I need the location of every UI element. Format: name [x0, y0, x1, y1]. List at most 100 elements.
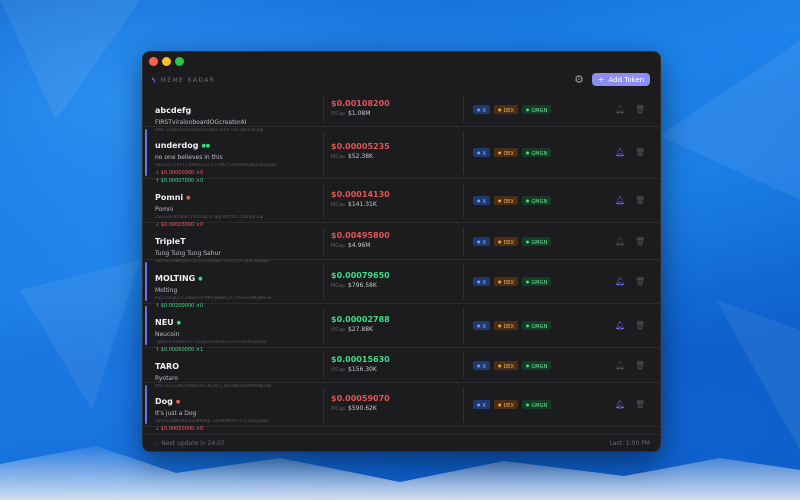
close-window-button[interactable] — [149, 57, 158, 66]
gmgn-link-badge[interactable]: ● GMGN — [521, 105, 552, 114]
token-info: underdog ●● no one believes in this 9badus2… — [155, 133, 319, 184]
trash-icon[interactable]: 🗑︎ — [635, 321, 645, 331]
token-price: $0.00495800 — [331, 231, 390, 240]
dex-link-badge[interactable]: ● DEX — [493, 148, 518, 157]
status-dots: ● — [198, 276, 203, 282]
token-name: Neucoin — [155, 331, 180, 338]
add-token-button[interactable]: + Add Token — [592, 73, 650, 86]
dex-link-badge[interactable]: ● DEX — [493, 321, 518, 330]
token-price: $0.00079650 — [331, 271, 390, 280]
status-footer: ◌ Next update in 24:07 Last: 1:00 PM — [143, 434, 660, 451]
x-link-badge[interactable]: ● X — [473, 237, 490, 246]
token-address[interactable]: 5Dxbu2bWd1K9ZDJbMQDgF1vkHbMWf8r41j5h2Gpu… — [155, 419, 319, 424]
gear-icon: ⚙ — [574, 73, 584, 86]
token-price: $0.00014130 — [331, 190, 390, 199]
price-info: $0.00495800 MCap $4.96M — [331, 231, 451, 249]
dex-link-badge[interactable]: ● DEX — [493, 361, 518, 370]
price-info: $0.00108200 MCap $1.08M — [331, 99, 451, 117]
gmgn-link-badge[interactable]: ● GMGN — [521, 237, 552, 246]
market-cap-value: $1.08M — [348, 110, 371, 117]
trash-icon[interactable]: 🗑︎ — [635, 148, 645, 158]
token-address[interactable]: 7qmhcb7ufbVuhrl1xg6xGnHe4ki1a7z5bnXS2pum… — [155, 340, 319, 345]
trash-icon[interactable]: 🗑︎ — [635, 196, 645, 206]
dex-link-badge[interactable]: ● DEX — [493, 237, 518, 246]
token-name: It's just a Dog — [155, 410, 197, 417]
trash-icon[interactable]: 🗑︎ — [635, 277, 645, 287]
token-row[interactable]: underdog ●● no one believes in this 9badus2… — [143, 127, 660, 184]
gmgn-link-badge[interactable]: ● GMGN — [521, 277, 552, 286]
bell-icon[interactable]: 🔔︎ — [615, 105, 625, 115]
mcap-label: MCap — [331, 243, 346, 249]
app-header: ϟ MEME RADAR ⚙ + Add Token — [143, 72, 660, 92]
token-row[interactable]: NEU ● Neucoin 7qmhcb7ufbVuhrl1xg6xGnHe4ki1a… — [143, 304, 660, 353]
token-row[interactable]: TripleT Tung Tung Tung Sahur 3WF6VEVBWob0z… — [143, 223, 660, 264]
price-info: $0.00005235 MCap $52.38K — [331, 142, 451, 160]
token-name: Molting — [155, 287, 178, 294]
column-divider — [463, 264, 464, 299]
x-link-badge[interactable]: ● X — [473, 196, 490, 205]
gmgn-link-badge[interactable]: ● GMGN — [521, 400, 552, 409]
token-row[interactable]: Dog ● It's just a Dog 5Dxbu2bWd1K9ZDJbMQDgF… — [143, 383, 660, 432]
next-update-text: Next update in 24:07 — [161, 440, 225, 447]
column-divider — [323, 352, 324, 378]
x-link-badge[interactable]: ● X — [473, 105, 490, 114]
gmgn-link-badge[interactable]: ● GMGN — [521, 361, 552, 370]
dex-link-badge[interactable]: ● DEX — [493, 400, 518, 409]
refresh-icon: ◌ — [153, 440, 159, 447]
x-link-badge[interactable]: ● X — [473, 400, 490, 409]
settings-button[interactable]: ⚙ — [573, 74, 585, 86]
token-row[interactable]: abcdefg FIRSTviralonboardOGcreatorAI 8XKFv… — [143, 92, 660, 133]
token-symbol: Dog — [155, 397, 173, 406]
token-price: $0.00108200 — [331, 99, 390, 108]
bell-icon[interactable]: 🔔︎ — [615, 321, 625, 331]
column-divider — [463, 352, 464, 378]
status-dots: ● — [176, 320, 182, 326]
mcap-label: MCap — [331, 406, 346, 412]
token-name: Pomni — [155, 206, 174, 213]
bell-icon[interactable]: 🔔︎ — [615, 277, 625, 287]
x-link-badge[interactable]: ● X — [473, 361, 490, 370]
price-info: $0.00079650 MCap $796.58K — [331, 271, 451, 289]
trash-icon[interactable]: 🗑︎ — [635, 105, 645, 115]
dex-link-badge[interactable]: ● DEX — [493, 277, 518, 286]
dex-link-badge[interactable]: ● DEX — [493, 105, 518, 114]
gmgn-link-badge[interactable]: ● GMGN — [521, 148, 552, 157]
token-row[interactable]: TARO Ryotaro 8MF1zsx2uMJekMeno8c3b1hFj38Ye… — [143, 348, 660, 389]
bell-icon[interactable]: 🔔︎ — [615, 400, 625, 410]
link-badges: ● X ● DEX ● GMGN — [473, 277, 552, 286]
gmgn-link-badge[interactable]: ● GMGN — [521, 321, 552, 330]
mcap-label: MCap — [331, 367, 346, 373]
token-address[interactable]: 8SEsnXq4yzs3Hbnz1RYMhnQ8WejZC7Yb3waJMHgM… — [155, 296, 319, 301]
minimize-window-button[interactable] — [162, 57, 171, 66]
gmgn-link-badge[interactable]: ● GMGN — [521, 196, 552, 205]
bell-icon[interactable]: 🔔︎ — [615, 148, 625, 158]
app-window: ϟ MEME RADAR ⚙ + Add Token abcdefg FIRSTvir… — [142, 51, 661, 452]
token-price: $0.00059070 — [331, 394, 390, 403]
market-cap-value: $796.58K — [348, 282, 377, 289]
x-link-badge[interactable]: ● X — [473, 148, 490, 157]
x-link-badge[interactable]: ● X — [473, 277, 490, 286]
token-row[interactable]: MOLTING ● Molting 8SEsnXq4yzs3Hbnz1RYMhnQ8W… — [143, 260, 660, 309]
token-name: Tung Tung Tung Sahur — [155, 250, 221, 257]
link-badges: ● X ● DEX ● GMGN — [473, 196, 552, 205]
bell-icon[interactable]: 🔔︎ — [615, 361, 625, 371]
token-name: no one believes in this — [155, 154, 223, 161]
token-address[interactable]: 9badus2fnsfTJPD6suJS7CFCNGfSxA1bbaGNqzZR… — [155, 163, 319, 168]
trash-icon[interactable]: 🗑︎ — [635, 237, 645, 247]
token-info: TripleT Tung Tung Tung Sahur 3WF6VEVBWob0z… — [155, 229, 319, 264]
token-address[interactable]: 2SEeuUsXfbpdrjMioagtvFWgcWkfMXlzz8nkpump — [155, 215, 319, 220]
x-link-badge[interactable]: ● X — [473, 321, 490, 330]
token-row[interactable]: Pomni ● Pomni 2SEeuUsXfbpdrjMioagtvFWgcWkfM… — [143, 179, 660, 228]
trash-icon[interactable]: 🗑︎ — [635, 400, 645, 410]
dex-link-badge[interactable]: ● DEX — [493, 196, 518, 205]
zoom-window-button[interactable] — [175, 57, 184, 66]
title-bar — [143, 52, 660, 72]
plus-icon: + — [597, 75, 605, 84]
app-logo: ϟ MEME RADAR — [151, 76, 215, 85]
market-cap-value: $4.96M — [348, 242, 371, 249]
token-info: NEU ● Neucoin 7qmhcb7ufbVuhrl1xg6xGnHe4ki1a… — [155, 310, 319, 353]
bell-icon[interactable]: 🔔︎ — [615, 196, 625, 206]
token-name: FIRSTviralonboardOGcreatorAI — [155, 119, 247, 126]
bell-icon[interactable]: 🔔︎ — [615, 237, 625, 247]
trash-icon[interactable]: 🗑︎ — [635, 361, 645, 371]
